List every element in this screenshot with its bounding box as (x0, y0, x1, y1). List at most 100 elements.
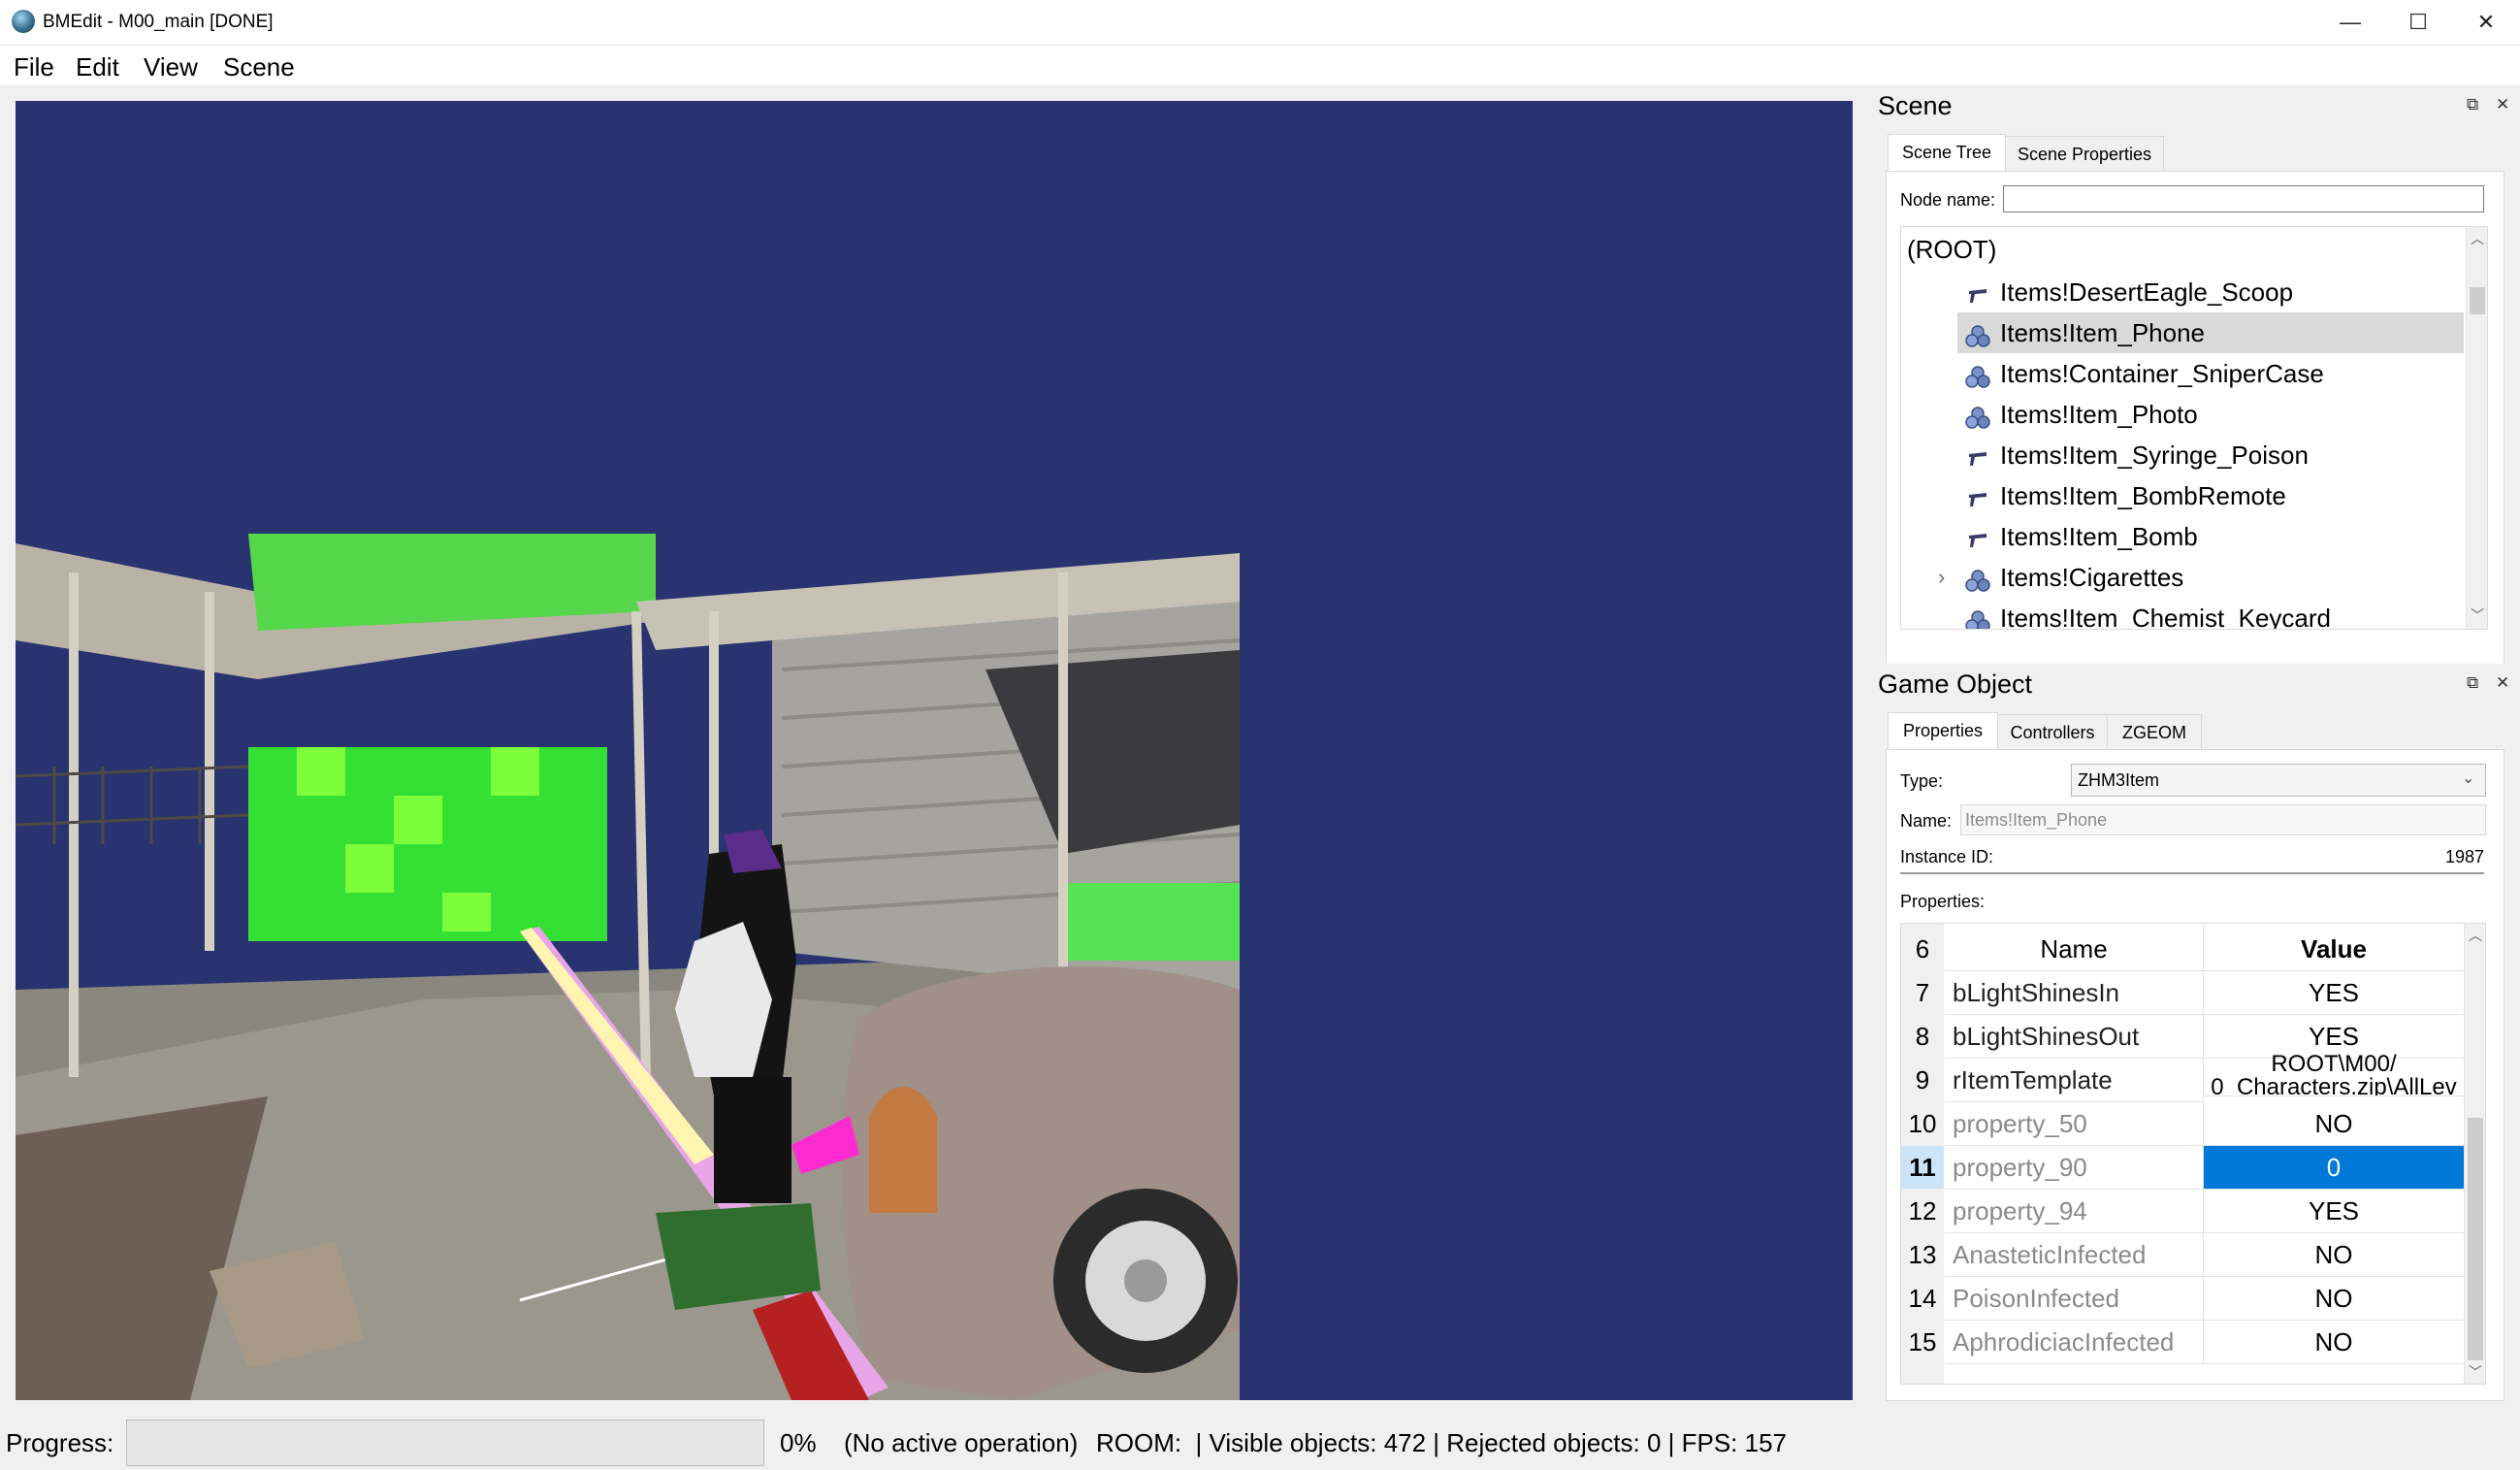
property-value-cell[interactable]: NO (2204, 1321, 2465, 1364)
row-index[interactable]: 8 (1901, 1015, 1944, 1058)
scene-stats: ROOM: | Visible objects: 472 | Rejected … (1096, 1428, 1788, 1457)
property-value-cell[interactable]: NO (2204, 1277, 2465, 1321)
table-row[interactable]: rItemTemplate ROOT\M00/ 0_Characters.zip\… (1945, 1053, 2465, 1102)
tab-scene-properties[interactable]: Scene Properties (2005, 136, 2164, 172)
tree-item[interactable]: Items!Item_Bomb (1901, 516, 2464, 557)
property-name-cell[interactable]: property_50 (1945, 1102, 2204, 1146)
property-value-cell[interactable]: NO (2204, 1102, 2465, 1146)
menu-scene[interactable]: Scene (223, 52, 295, 82)
property-name-cell[interactable]: property_90 (1945, 1146, 2204, 1190)
tree-item-label: Items!Item_Photo (2000, 400, 2198, 429)
type-select[interactable]: ZHM3Item ⌄ (2071, 764, 2486, 797)
table-row[interactable]: AphrodiciacInfected NO (1945, 1321, 2465, 1364)
property-name-cell[interactable]: rItemTemplate (1945, 1059, 2204, 1102)
table-row[interactable]: PoisonInfected NO (1945, 1277, 2465, 1321)
tree-item[interactable]: Items!Item_Chemist_Keycard (1901, 598, 2464, 629)
property-name-cell[interactable]: bLightShinesOut (1945, 1015, 2204, 1059)
scroll-up-icon[interactable]: ︿ (2471, 229, 2484, 248)
tree-item[interactable]: › Items!Cigarettes (1901, 557, 2464, 598)
table-row[interactable]: property_90 0 (1945, 1146, 2465, 1190)
property-name-cell[interactable]: property_94 (1945, 1190, 2204, 1233)
operation-status: (No active operation) (844, 1428, 1079, 1457)
property-value-cell[interactable]: 0 (2204, 1146, 2465, 1190)
expand-chevron-icon[interactable]: › (1938, 557, 1945, 598)
row-index[interactable]: 6 (1901, 928, 1944, 970)
tree-item[interactable]: Items!Item_Phone (1901, 312, 2464, 353)
tree-item[interactable]: Items!Item_Photo (1901, 394, 2464, 435)
game-object-dock: Game Object ⧉ ✕ Properties Controllers Z… (1868, 664, 2520, 1417)
property-value-cell[interactable]: YES (2204, 1190, 2465, 1233)
menu-bar: File Edit View Scene (0, 46, 2520, 84)
tree-item[interactable]: Items!DesertEagle_Scoop (1901, 272, 2464, 312)
property-name-cell[interactable]: AphrodiciacInfected (1945, 1321, 2204, 1364)
scrollbar-thumb[interactable] (2470, 287, 2485, 314)
object-cluster-icon (1965, 565, 1990, 592)
column-header-value[interactable]: Value (2204, 924, 2464, 970)
scene-tree-view[interactable]: (ROOT) Items!DesertEagle_Scoop Items!Item… (1900, 226, 2488, 630)
row-index[interactable]: 7 (1901, 971, 1944, 1014)
property-name-cell[interactable]: bLightShinesIn (1945, 971, 2204, 1015)
object-cluster-icon (1965, 320, 1990, 347)
type-select-value: ZHM3Item (2078, 770, 2160, 790)
row-index[interactable]: 10 (1901, 1102, 1944, 1145)
maximize-button[interactable]: ☐ (2384, 0, 2452, 45)
progress-bar (126, 1420, 764, 1466)
gun-icon (1965, 524, 1990, 549)
tab-zgeom[interactable]: ZGEOM (2107, 714, 2202, 750)
float-dock-icon[interactable]: ⧉ (2467, 673, 2478, 693)
scroll-down-icon[interactable]: ﹀ (2469, 1362, 2482, 1382)
property-value-cell[interactable]: NO (2204, 1233, 2465, 1277)
tab-properties[interactable]: Properties (1888, 712, 1998, 750)
window-title-bar[interactable]: BMEdit - M00_main [DONE] — ☐ ✕ (0, 0, 2520, 46)
property-name-cell[interactable]: PoisonInfected (1945, 1277, 2204, 1321)
row-index[interactable]: 9 (1901, 1059, 1944, 1101)
table-row[interactable]: AnasteticInfected NO (1945, 1233, 2465, 1277)
tree-item-label: Items!Container_SniperCase (2000, 359, 2324, 388)
close-dock-icon[interactable]: ✕ (2496, 95, 2509, 114)
tree-root-node[interactable]: (ROOT) (1907, 229, 1996, 270)
tree-item[interactable]: Items!Item_Syringe_Poison (1901, 435, 2464, 475)
node-name-input[interactable] (2003, 185, 2484, 212)
property-name-cell[interactable]: AnasteticInfected (1945, 1233, 2204, 1277)
tab-controllers[interactable]: Controllers (1997, 714, 2108, 750)
node-name-label: Node name: (1900, 190, 1996, 210)
tree-item[interactable]: Items!Item_BombRemote (1901, 475, 2464, 516)
float-dock-icon[interactable]: ⧉ (2467, 95, 2478, 114)
menu-edit[interactable]: Edit (76, 52, 119, 82)
tab-scene-tree[interactable]: Scene Tree (1888, 134, 2006, 172)
row-index[interactable]: 14 (1901, 1277, 1944, 1320)
properties-label: Properties: (1900, 892, 1986, 911)
minimize-button[interactable]: — (2316, 0, 2384, 45)
menu-view[interactable]: View (144, 52, 198, 82)
close-window-button[interactable]: ✕ (2452, 0, 2520, 45)
object-cluster-icon (1965, 605, 1990, 629)
properties-table[interactable]: Name Value 6property_4017bLightShinesInY… (1900, 923, 2486, 1385)
row-index[interactable]: 15 (1901, 1321, 1944, 1363)
tree-item-label: Items!Cigarettes (2000, 563, 2184, 592)
scroll-up-icon[interactable]: ︿ (2469, 926, 2482, 945)
scroll-down-icon[interactable]: ﹀ (2471, 605, 2484, 625)
app-logo-icon (12, 10, 35, 33)
property-value-cell[interactable]: YES (2204, 971, 2465, 1015)
row-index[interactable]: 12 (1901, 1190, 1944, 1232)
row-index[interactable]: 11 (1901, 1146, 1944, 1189)
scrollbar-thumb[interactable] (2468, 1118, 2483, 1360)
table-row[interactable]: property_94 YES (1945, 1190, 2465, 1233)
object-cluster-icon (1965, 361, 1990, 388)
row-index[interactable]: 13 (1901, 1233, 1944, 1276)
name-field[interactable]: Items!Item_Phone (1960, 804, 2486, 835)
menu-file[interactable]: File (14, 52, 54, 82)
column-header-name[interactable]: Name (1945, 924, 2204, 970)
gun-icon (1965, 279, 1990, 305)
tree-item-label: Items!Item_Phone (2000, 318, 2205, 347)
scene-dock: Scene ⧉ ✕ Scene Tree Scene Properties No… (1868, 85, 2520, 714)
properties-scrollbar[interactable]: ︿ ﹀ (2464, 924, 2485, 1384)
close-dock-icon[interactable]: ✕ (2496, 673, 2509, 693)
scene-viewport[interactable] (16, 101, 1853, 1400)
scene-tree-scrollbar[interactable]: ︿ ﹀ (2466, 227, 2487, 629)
table-row[interactable]: bLightShinesIn YES (1945, 971, 2465, 1015)
table-row[interactable]: property_50 NO (1945, 1102, 2465, 1146)
tree-item[interactable]: Items!Container_SniperCase (1901, 353, 2464, 394)
property-value-cell[interactable]: ROOT\M00/ 0_Characters.zip\AllLev (2204, 1053, 2465, 1096)
type-label: Type: (1900, 771, 1944, 791)
